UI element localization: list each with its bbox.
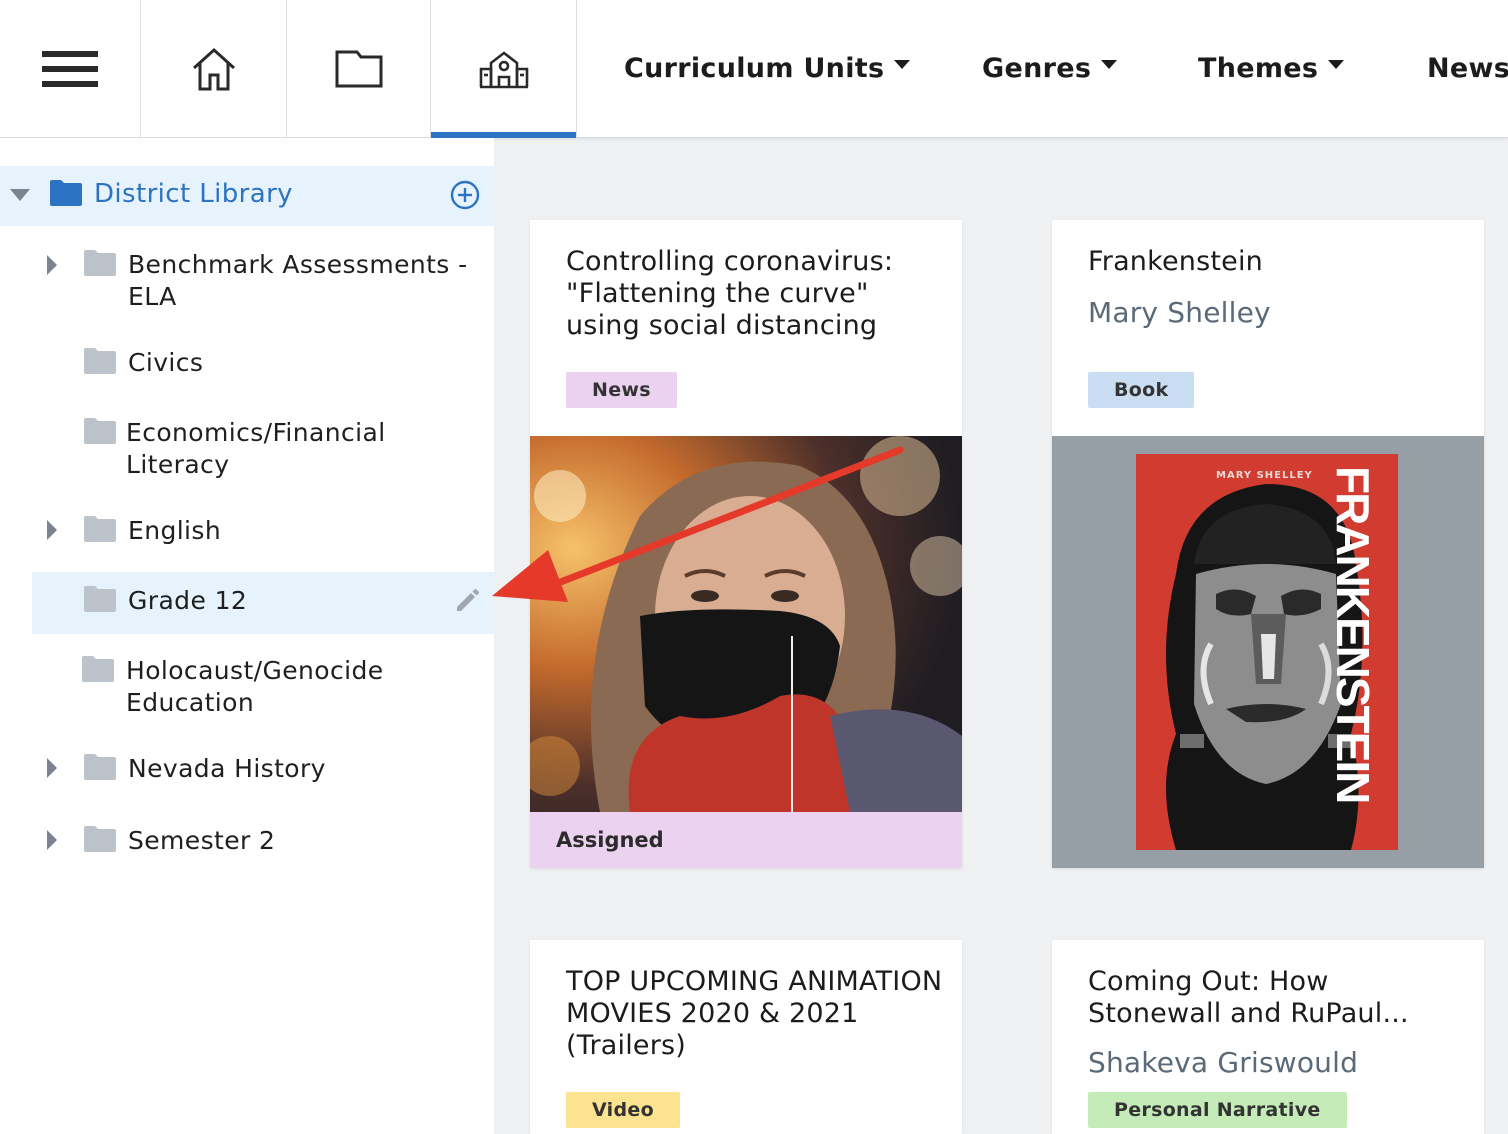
tree-item-nevada-history[interactable]: Nevada History [0, 752, 494, 792]
tree-item-label: Benchmark Assessments - ELA [128, 250, 468, 311]
tree-item-english[interactable]: English [0, 514, 494, 554]
nav-menu-label: Themes [1198, 53, 1319, 84]
tree-item-label: Holocaust/Genocide Education [126, 656, 384, 717]
genre-tag: Video [566, 1092, 680, 1128]
folder-button[interactable] [287, 0, 431, 137]
card-title: Controlling coronavirus: "Flattening the… [566, 246, 894, 341]
content-card-animation-movies[interactable]: TOP UPCOMING ANIMATION MOVIES 2020 & 202… [530, 940, 962, 1134]
collapse-triangle-icon[interactable] [10, 189, 30, 201]
tree-item-civics[interactable]: Civics [0, 346, 494, 386]
folder-icon [84, 826, 116, 852]
folder-filled-icon [50, 180, 82, 206]
expand-triangle-icon[interactable] [47, 255, 57, 275]
district-library-header[interactable]: District Library [0, 166, 494, 226]
top-navigation: Curriculum Units Genres Themes News [0, 0, 1508, 138]
tree-item-economics[interactable]: Economics/Financial Literacy [0, 416, 494, 486]
add-circle-icon[interactable] [450, 180, 480, 210]
expand-triangle-icon[interactable] [47, 830, 57, 850]
expand-triangle-icon[interactable] [47, 758, 57, 778]
tree-item-grade-12[interactable]: Grade 12 [32, 572, 494, 634]
book-cover: MARY SHELLEY FRANKENSTEIN [1136, 454, 1398, 850]
folder-icon [84, 586, 116, 612]
card-title: TOP UPCOMING ANIMATION MOVIES 2020 & 202… [566, 966, 943, 1061]
tree-item-semester-2[interactable]: Semester 2 [0, 824, 494, 864]
library-title: District Library [94, 179, 293, 209]
assigned-status-bar: Assigned [530, 812, 962, 868]
caret-down-icon [894, 60, 911, 69]
folder-icon [84, 348, 116, 374]
library-sidebar: District Library Benchmark Assessments -… [0, 138, 494, 1134]
content-card-coronavirus[interactable]: Controlling coronavirus: "Flattening the… [530, 220, 962, 868]
home-button[interactable] [141, 0, 287, 137]
caret-down-icon [1328, 60, 1345, 69]
folder-icon [84, 418, 116, 444]
menu-icon [42, 50, 98, 87]
book-cover-area: MARY SHELLEY FRANKENSTEIN [1052, 436, 1484, 868]
tree-item-benchmark-assessments[interactable]: Benchmark Assessments - ELA [0, 246, 494, 326]
genre-tag: Book [1088, 372, 1195, 408]
card-title: Frankenstein [1088, 246, 1263, 277]
caret-down-icon [1101, 60, 1118, 69]
folder-icon [84, 250, 116, 276]
nav-menu-label: News [1427, 53, 1508, 84]
menu-button[interactable] [0, 0, 141, 137]
folder-icon [82, 656, 114, 682]
expand-triangle-icon[interactable] [47, 520, 57, 540]
home-icon [192, 47, 235, 90]
nav-menu-genres[interactable]: Genres [982, 0, 1118, 137]
school-icon [479, 50, 528, 88]
card-image [530, 436, 962, 812]
nav-menu-label: Curriculum Units [624, 53, 885, 84]
cover-author-text: MARY SHELLEY [1216, 470, 1313, 481]
tree-item-label: Grade 12 [128, 586, 248, 615]
tree-item-label: Semester 2 [128, 826, 276, 855]
tree-item-label: Civics [128, 348, 204, 377]
card-author: Mary Shelley [1088, 296, 1271, 329]
nav-menu-themes[interactable]: Themes [1198, 0, 1345, 137]
nav-menu-label: Genres [982, 53, 1092, 84]
folder-icon [84, 516, 116, 542]
nav-menu-curriculum-units[interactable]: Curriculum Units [624, 0, 911, 137]
folder-icon [335, 50, 382, 87]
pencil-icon[interactable] [454, 588, 480, 614]
tree-item-label: English [128, 516, 222, 545]
cover-title-text: FRANKENSTEIN [1327, 466, 1379, 803]
genre-tag: Personal Narrative [1088, 1092, 1347, 1128]
school-button[interactable] [431, 0, 577, 138]
card-title: Coming Out: How Stonewall and RuPaul... [1088, 966, 1409, 1029]
genre-tag: News [566, 372, 677, 408]
tree-item-label: Economics/Financial Literacy [126, 418, 386, 479]
folder-icon [84, 754, 116, 780]
content-card-coming-out[interactable]: Coming Out: How Stonewall and RuPaul... … [1052, 940, 1484, 1134]
content-card-frankenstein[interactable]: Frankenstein Mary Shelley Book MARY SHEL… [1052, 220, 1484, 868]
tree-item-label: Nevada History [128, 754, 326, 783]
nav-menu-news[interactable]: News [1427, 0, 1508, 137]
card-author: Shakeva Griswould [1088, 1046, 1359, 1079]
tree-item-holocaust[interactable]: Holocaust/Genocide Education [0, 654, 494, 724]
